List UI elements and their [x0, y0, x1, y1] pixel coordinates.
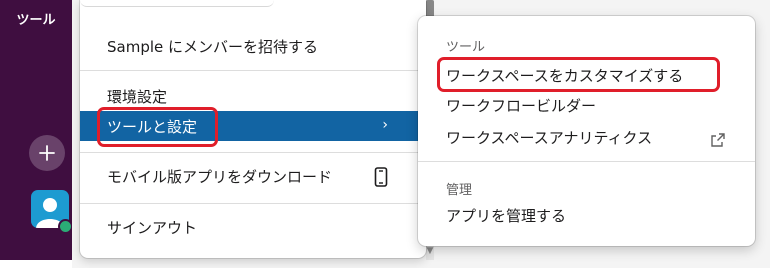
- workspace-sidebar: ツール: [0, 0, 73, 260]
- scroll-down-arrow[interactable]: ▼: [426, 246, 434, 258]
- preferences-label: 環境設定: [107, 87, 168, 106]
- sign-out-label: サインアウト: [107, 218, 198, 237]
- presence-indicator: [58, 219, 73, 234]
- mobile-app-download-label: モバイル版アプリをダウンロード: [107, 167, 333, 186]
- external-link-icon: [711, 133, 725, 147]
- chevron-right-icon: ›: [382, 117, 388, 133]
- tools-submenu: ツール ワークスペースをカスタマイズする ワークフロービルダー ワークスペースア…: [418, 16, 755, 246]
- workflow-builder-item[interactable]: ワークフロービルダー: [446, 95, 596, 116]
- menu-divider: [80, 203, 426, 204]
- workspace-analytics-item[interactable]: ワークスペースアナリティクス: [446, 127, 652, 148]
- mobile-phone-icon: [374, 167, 388, 187]
- tools-section-heading: ツール: [446, 40, 486, 55]
- submenu-divider: [418, 161, 755, 162]
- annotation-box-customize-workspace: [437, 57, 720, 92]
- sign-out-item[interactable]: サインアウト: [80, 213, 426, 241]
- add-workspace-button[interactable]: [29, 135, 65, 171]
- manage-apps-item[interactable]: アプリを管理する: [446, 205, 566, 226]
- menu-top-edge: [80, 0, 274, 7]
- invite-members-label: Sample にメンバーを招待する: [107, 37, 319, 56]
- annotation-box-tools-and-settings: [97, 107, 218, 147]
- invite-members-item[interactable]: Sample にメンバーを招待する: [80, 32, 426, 60]
- menu-divider: [80, 70, 426, 71]
- plus-icon: [39, 145, 55, 161]
- sidebar-tools-label[interactable]: ツール: [0, 9, 72, 28]
- manage-section-heading: 管理: [446, 183, 473, 198]
- menu-divider: [80, 152, 426, 153]
- mobile-app-download-item[interactable]: モバイル版アプリをダウンロード: [80, 162, 426, 190]
- preferences-item[interactable]: 環境設定: [80, 82, 426, 110]
